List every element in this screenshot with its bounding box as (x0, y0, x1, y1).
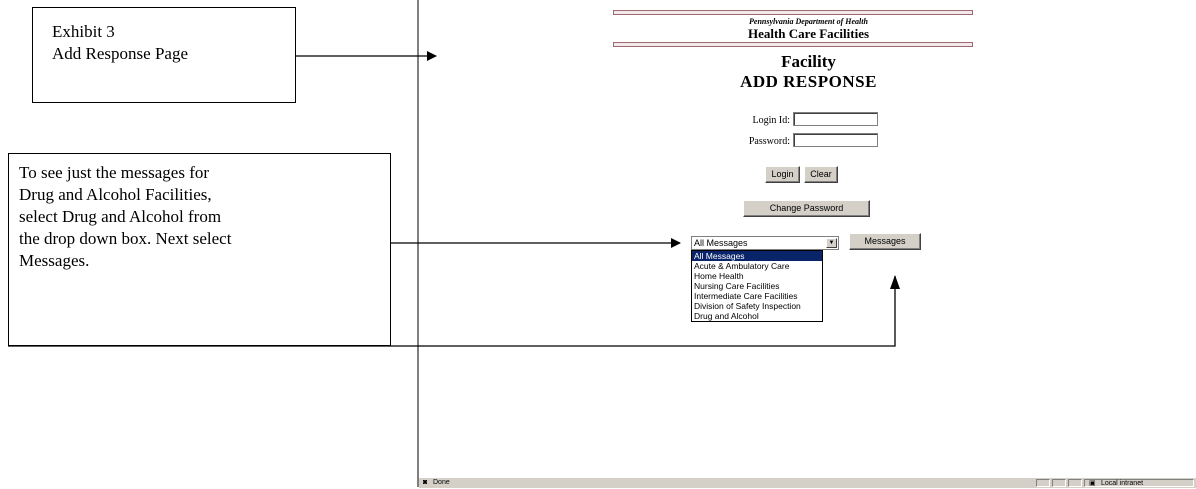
intranet-icon: ▣ (1089, 480, 1096, 487)
instruction-callout: To see just the messages for Drug and Al… (8, 153, 391, 346)
department-name: Pennsylvania Department of Health (749, 17, 868, 26)
dropdown-option[interactable]: Division of Safety Inspection (692, 301, 822, 311)
select-value: All Messages (694, 238, 748, 248)
password-label: Password: (748, 136, 790, 147)
exhibit-callout: Exhibit 3 Add Response Page (32, 7, 296, 103)
message-filter-select[interactable]: All Messages ▼ (691, 236, 839, 250)
instruction-line: the drop down box. Next select (19, 229, 232, 248)
dropdown-option[interactable]: All Messages (692, 251, 822, 261)
instruction-line: Drug and Alcohol Facilities, (19, 185, 212, 204)
login-button[interactable]: Login (765, 166, 800, 183)
status-cell (1036, 479, 1050, 487)
dropdown-option[interactable]: Intermediate Care Facilities (692, 291, 822, 301)
zone-cell: ▣ Local intranet (1084, 479, 1194, 487)
login-id-label: Login Id: (752, 115, 791, 126)
header-rule-bottom (613, 42, 973, 47)
change-password-button[interactable]: Change Password (743, 200, 870, 217)
page-title-facility: Facility (781, 52, 836, 71)
messages-button[interactable]: Messages (849, 233, 921, 250)
clear-button[interactable]: Clear (804, 166, 838, 183)
browser-window: Pennsylvania Department of Health Health… (417, 0, 1196, 488)
login-id-input[interactable] (793, 112, 878, 126)
site-subtitle: Health Care Facilities (747, 26, 870, 41)
dropdown-option[interactable]: Acute & Ambulatory Care (692, 261, 822, 271)
instruction-line: select Drug and Alcohol from (19, 207, 222, 226)
message-filter-options: All Messages Acute & Ambulatory Care Hom… (691, 250, 823, 322)
instruction-line: Messages. (19, 251, 90, 270)
status-cell (1068, 479, 1082, 487)
instruction-line: To see just the messages for (19, 163, 210, 182)
exhibit-title: Add Response Page (52, 44, 188, 63)
header-rule-top (613, 10, 973, 15)
chevron-down-icon[interactable]: ▼ (826, 238, 837, 248)
password-input[interactable] (793, 133, 878, 147)
status-bar: ◙ Done ▣ Local intranet (419, 477, 1196, 488)
dropdown-option[interactable]: Nursing Care Facilities (692, 281, 822, 291)
page-title-add-response: ADD RESPONSE (740, 72, 877, 91)
status-cell (1052, 479, 1066, 487)
dropdown-option[interactable]: Drug and Alcohol (692, 311, 822, 321)
exhibit-number: Exhibit 3 (52, 22, 115, 41)
dropdown-option[interactable]: Home Health (692, 271, 822, 281)
zone-text: Local intranet (1101, 480, 1144, 487)
